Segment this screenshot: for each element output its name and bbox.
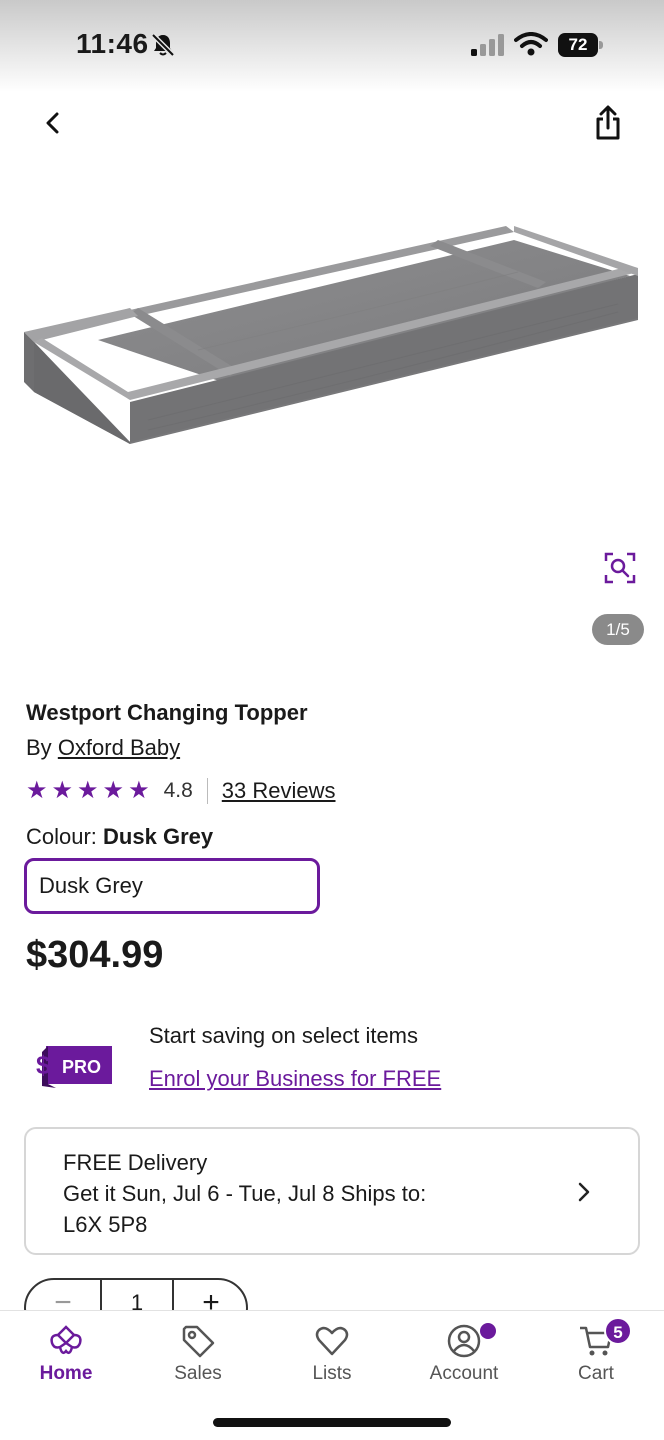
tab-account[interactable]: Account <box>398 1311 530 1391</box>
brand-line: By Oxford Baby <box>26 735 180 761</box>
tab-lists-label: Lists <box>312 1363 352 1384</box>
account-icon <box>447 1324 481 1358</box>
colour-option-dusk-grey[interactable]: Dusk Grey <box>24 858 320 914</box>
colour-label: Colour: <box>26 824 97 849</box>
share-icon[interactable] <box>592 104 624 142</box>
heart-icon <box>315 1326 349 1356</box>
colour-line: Colour: Dusk Grey <box>26 824 213 850</box>
home-icon <box>50 1325 82 1355</box>
reviews-link[interactable]: 33 Reviews <box>222 778 336 804</box>
account-notification-dot <box>480 1323 496 1339</box>
tab-sales-label: Sales <box>174 1363 222 1384</box>
product-image[interactable] <box>18 210 646 460</box>
status-bar: 11:46 72 <box>0 0 664 92</box>
rating-row: ★ ★ ★ ★ ★ 4.8 33 Reviews <box>26 776 336 806</box>
pro-badge-text: PRO <box>62 1057 101 1077</box>
pro-text: Start saving on select items <box>149 1023 419 1048</box>
colour-value: Dusk Grey <box>103 824 214 849</box>
delivery-postal-code: L6X 5P8 <box>63 1212 148 1237</box>
enrol-business-link[interactable]: Enrol your Business for FREE <box>149 1066 441 1092</box>
tab-cart-label: Cart <box>578 1363 614 1384</box>
rating-value: 4.8 <box>163 779 193 802</box>
delivery-card[interactable]: FREE Delivery Get it Sun, Jul 6 - Tue, J… <box>24 1127 640 1255</box>
cart-count-badge: 5 <box>604 1317 632 1345</box>
tab-account-label: Account <box>429 1363 499 1384</box>
signal-icon <box>471 34 504 56</box>
brand-prefix: By <box>26 735 52 760</box>
bell-slash-icon <box>151 33 175 57</box>
tab-lists[interactable]: Lists <box>266 1311 398 1391</box>
pro-badge-icon: $ PRO <box>36 1046 112 1088</box>
tab-home[interactable]: Home <box>0 1311 132 1391</box>
delivery-title: FREE Delivery <box>63 1150 208 1175</box>
status-time: 11:46 <box>76 28 149 59</box>
rating-stars: ★ ★ ★ ★ ★ <box>26 779 150 803</box>
product-price: $304.99 <box>26 934 164 976</box>
zoom-icon[interactable] <box>604 552 636 584</box>
star-icon: ★ <box>51 777 74 804</box>
brand-link[interactable]: Oxford Baby <box>58 735 180 760</box>
tab-home-label: Home <box>39 1363 93 1384</box>
star-icon: ★ <box>102 777 125 804</box>
home-indicator <box>213 1418 451 1427</box>
pro-badge-dollar: $ <box>36 1050 51 1080</box>
chevron-left-icon[interactable] <box>36 106 70 140</box>
tab-cart[interactable]: 5 Cart <box>530 1311 662 1391</box>
divider <box>206 778 208 804</box>
tag-icon <box>182 1325 215 1358</box>
star-icon: ★ <box>26 777 48 804</box>
star-icon: ★ <box>128 777 150 804</box>
chevron-right-icon <box>578 1182 590 1202</box>
star-icon: ★ <box>77 777 99 804</box>
tab-sales[interactable]: Sales <box>132 1311 264 1391</box>
battery-icon: 72 <box>558 33 604 57</box>
delivery-dates: Get it Sun, Jul 6 - Tue, Jul 8 Ships to: <box>63 1181 427 1206</box>
battery-level: 72 <box>558 33 598 57</box>
wifi-icon <box>514 32 548 56</box>
product-title: Westport Changing Topper <box>26 700 308 725</box>
image-counter: 1/5 <box>592 614 644 645</box>
